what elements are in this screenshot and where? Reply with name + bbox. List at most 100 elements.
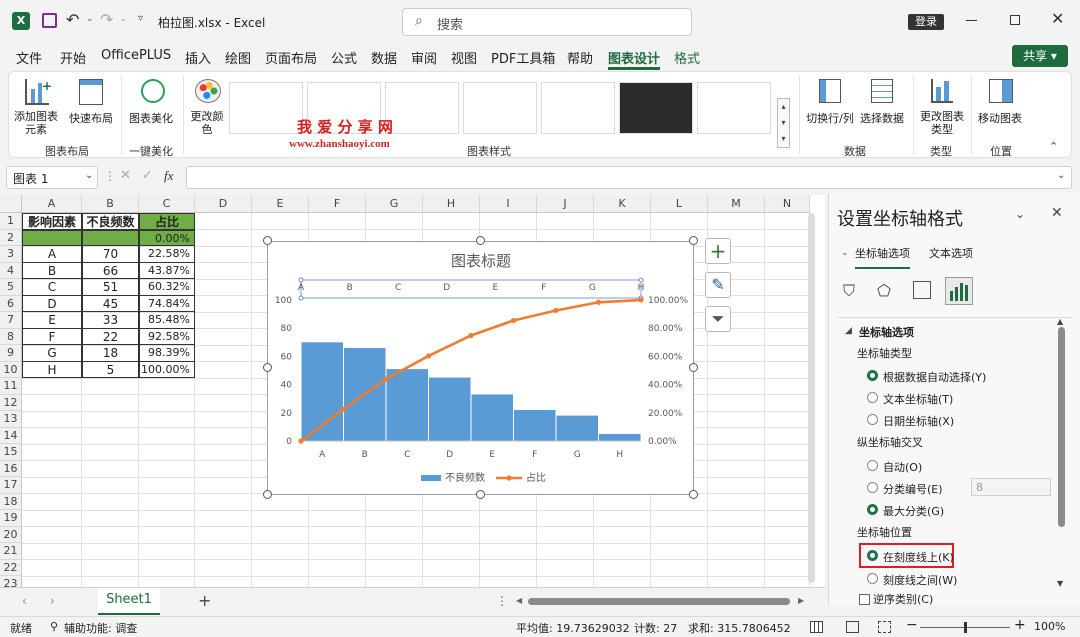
formula-options-icon[interactable]: ⋮: [104, 169, 116, 183]
table-cell[interactable]: 74.84%: [139, 295, 195, 312]
status-count[interactable]: 计数: 27: [634, 620, 677, 636]
option-text-axis[interactable]: 文本坐标轴(T): [883, 391, 953, 407]
category-number-input[interactable]: 8: [971, 478, 1051, 496]
chart-style-7[interactable]: [697, 82, 771, 134]
radio-cross-auto[interactable]: [867, 460, 878, 471]
formula-input[interactable]: ⌄: [186, 166, 1072, 189]
x-axis-tick-label[interactable]: F: [532, 450, 537, 460]
chart-style-4[interactable]: [463, 82, 537, 134]
page-break-view-icon[interactable]: [878, 621, 891, 633]
table-cell[interactable]: C: [22, 279, 82, 296]
expand-formula-icon[interactable]: ⌄: [1057, 170, 1065, 181]
hscroll-right-icon[interactable]: ▶: [798, 596, 804, 605]
cumulative-point[interactable]: [425, 353, 432, 359]
secondary-x-tick-label[interactable]: F: [541, 283, 546, 293]
radio-cross-max[interactable]: [867, 504, 878, 515]
add-chart-element-button[interactable]: + 添加图表元素: [13, 76, 59, 136]
quick-layout-button[interactable]: 快速布局: [67, 76, 115, 136]
secondary-x-tick-label[interactable]: G: [589, 283, 596, 293]
secondary-x-tick-label[interactable]: A: [298, 283, 305, 293]
table-cell[interactable]: [22, 229, 82, 246]
size-properties-icon[interactable]: [913, 281, 931, 299]
table-cell[interactable]: B: [22, 262, 82, 279]
table-header-cell[interactable]: 占比: [139, 213, 195, 230]
radio-between-tick-marks[interactable]: [867, 573, 878, 584]
tab-officeplus[interactable]: OfficePLUS: [101, 48, 171, 63]
minimize-icon[interactable]: [966, 20, 977, 21]
tab-pdf-tools[interactable]: PDF工具箱: [491, 48, 555, 67]
zoom-thumb[interactable]: [964, 622, 967, 633]
close-icon[interactable]: ✕: [1051, 9, 1064, 28]
table-cell[interactable]: 22: [82, 328, 139, 345]
column-header-b[interactable]: B: [82, 195, 139, 213]
status-accessibility[interactable]: 辅助功能: 调查: [64, 620, 137, 636]
tab-review[interactable]: 审阅: [411, 48, 437, 67]
row-header-13[interactable]: 13: [0, 411, 22, 428]
radio-cross-category[interactable]: [867, 482, 878, 493]
redo-dropdown-icon[interactable]: ⌄: [120, 14, 128, 24]
cumulative-point[interactable]: [340, 406, 347, 412]
cancel-icon[interactable]: ✕: [120, 168, 131, 183]
zoom-out-icon[interactable]: −: [906, 617, 918, 633]
row-header-16[interactable]: 16: [0, 460, 22, 477]
y-axis-tick-label[interactable]: 60: [281, 352, 293, 362]
table-header-cell[interactable]: 影响因素: [22, 213, 82, 230]
table-cell[interactable]: 70: [82, 246, 139, 263]
column-header-n[interactable]: N: [765, 195, 810, 213]
row-header-7[interactable]: 7: [0, 312, 22, 329]
chart-styles-button[interactable]: ✎: [705, 272, 731, 298]
option-date-axis[interactable]: 日期坐标轴(X): [883, 413, 954, 429]
x-axis-tick-label[interactable]: C: [404, 450, 410, 460]
row-header-1[interactable]: 1: [0, 213, 22, 230]
undo-dropdown-icon[interactable]: ⌄: [86, 14, 94, 24]
tab-axis-options[interactable]: 坐标轴选项: [855, 245, 910, 269]
bar-f[interactable]: [514, 409, 556, 441]
cumulative-point[interactable]: [638, 297, 644, 303]
secondary-x-tick-label[interactable]: B: [346, 283, 352, 293]
column-header-m[interactable]: M: [708, 195, 765, 213]
save-icon[interactable]: [42, 13, 57, 28]
row-header-18[interactable]: 18: [0, 493, 22, 510]
row-header-11[interactable]: 11: [0, 378, 22, 395]
y2-axis-tick-label[interactable]: 0.00%: [648, 437, 677, 447]
tab-split-handle-icon[interactable]: ⋮: [496, 594, 508, 608]
row-header-6[interactable]: 6: [0, 295, 22, 312]
table-cell[interactable]: D: [22, 295, 82, 312]
axis-selection-handle[interactable]: [638, 277, 644, 283]
table-cell[interactable]: 51: [82, 279, 139, 296]
bar-c[interactable]: [386, 369, 429, 441]
cumulative-point[interactable]: [510, 317, 517, 324]
x-axis-tick-label[interactable]: G: [574, 450, 581, 460]
insert-function-icon[interactable]: fx: [164, 168, 173, 184]
table-cell[interactable]: H: [22, 361, 82, 378]
resize-handle-bl[interactable]: [263, 490, 272, 499]
add-sheet-button[interactable]: +: [198, 591, 211, 610]
radio-on-tick-marks[interactable]: [867, 550, 878, 561]
option-between-tick-marks[interactable]: 刻度线之间(W): [883, 572, 957, 588]
table-cell[interactable]: F: [22, 328, 82, 345]
column-header-f[interactable]: F: [309, 195, 366, 213]
tab-draw[interactable]: 绘图: [225, 48, 251, 67]
pane-close-icon[interactable]: ✕: [1051, 205, 1063, 221]
option-cross-auto[interactable]: 自动(O): [883, 459, 922, 475]
option-cross-max[interactable]: 最大分类(G): [883, 503, 944, 519]
option-auto-select[interactable]: 根据数据自动选择(Y): [883, 369, 986, 385]
table-cell[interactable]: 92.58%: [139, 328, 195, 345]
secondary-x-tick-label[interactable]: D: [443, 283, 450, 293]
resize-handle-tl[interactable]: [263, 236, 272, 245]
legend-line-marker[interactable]: [506, 475, 512, 481]
x-axis-tick-label[interactable]: D: [446, 450, 453, 460]
table-cell[interactable]: A: [22, 246, 82, 263]
reverse-categories-checkbox[interactable]: [859, 594, 870, 605]
column-header-h[interactable]: H: [423, 195, 480, 213]
legend-line-label[interactable]: 占比: [526, 471, 546, 484]
maximize-icon[interactable]: [1010, 15, 1020, 25]
chart-style-1[interactable]: [229, 82, 303, 134]
undo-icon[interactable]: ↶: [66, 10, 79, 29]
vertical-scroll-sheet[interactable]: [808, 213, 815, 583]
cumulative-point[interactable]: [383, 376, 389, 382]
y2-axis-tick-label[interactable]: 80.00%: [648, 324, 683, 334]
row-header-12[interactable]: 12: [0, 394, 22, 411]
table-header-cell[interactable]: 不良频数: [82, 213, 139, 230]
zoom-level[interactable]: 100%: [1034, 620, 1065, 633]
